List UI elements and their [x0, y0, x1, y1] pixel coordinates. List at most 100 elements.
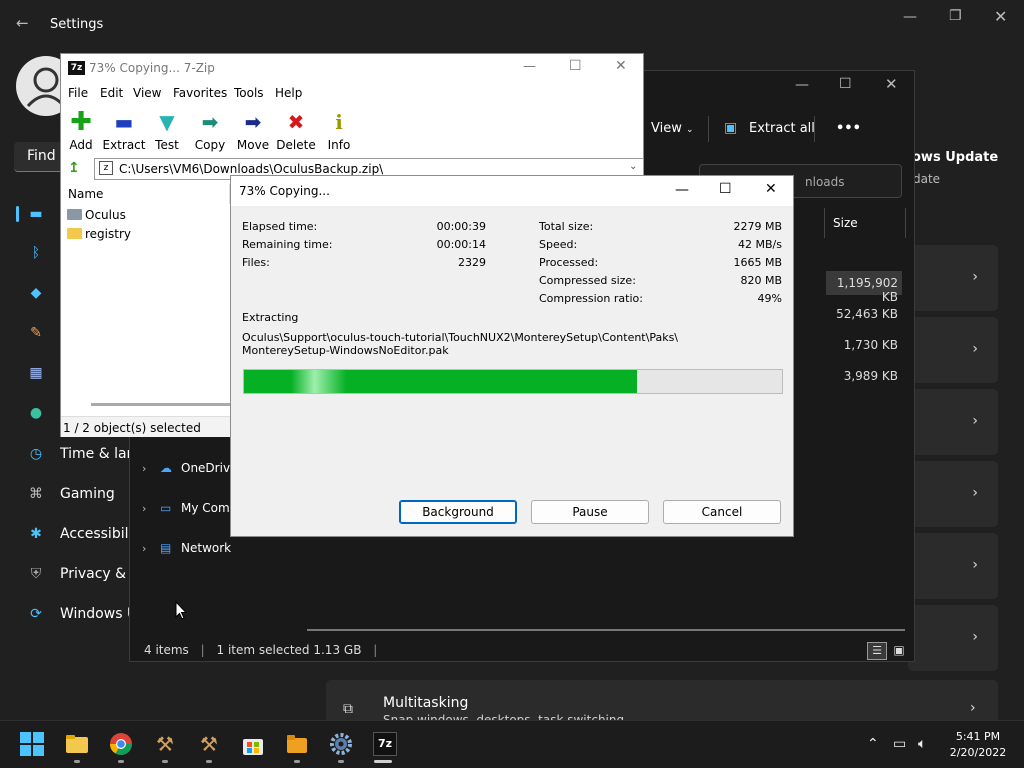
file-size-cell: 3,989 KB: [843, 369, 898, 383]
more-options-button[interactable]: •••: [836, 121, 861, 136]
explorer-close-icon[interactable]: ✕: [885, 75, 898, 93]
file-explorer-icon[interactable]: [65, 732, 89, 756]
close-icon[interactable]: ✕: [994, 7, 1007, 26]
tree-item-network[interactable]: Network: [181, 541, 231, 555]
settings-card[interactable]: ›: [908, 461, 998, 527]
settings-card[interactable]: ›: [908, 389, 998, 455]
bluetooth-icon: ᛒ: [31, 245, 41, 261]
winrar-icon[interactable]: [285, 732, 309, 756]
display-icon: ▬: [29, 206, 43, 222]
dialog-maximize-icon[interactable]: ☐: [719, 181, 732, 197]
menu-file[interactable]: File: [68, 86, 88, 100]
files-label: Files:: [242, 256, 270, 269]
active-indicator: [374, 760, 392, 763]
store-icon[interactable]: [241, 732, 265, 756]
expand-chevron-icon[interactable]: ›: [142, 542, 146, 555]
menu-tools[interactable]: Tools: [234, 86, 264, 100]
add-button[interactable]: ✚ Add: [59, 109, 103, 152]
explorer-minimize-icon[interactable]: —: [795, 77, 809, 93]
network-status-icon[interactable]: ▭: [893, 736, 906, 752]
dialog-minimize-icon[interactable]: —: [675, 182, 689, 198]
menu-help[interactable]: Help: [275, 86, 302, 100]
size-column-header[interactable]: Size: [824, 208, 906, 238]
extract-all-button[interactable]: Extract all: [749, 121, 815, 136]
settings-card[interactable]: ›: [908, 533, 998, 599]
chevron-up-icon[interactable]: ⌃: [867, 736, 879, 752]
file-size-cell: 1,195,902 KB: [836, 276, 898, 304]
list-item-oculus[interactable]: Oculus: [67, 208, 126, 222]
sevenzip-title: 73% Copying... 7-Zip: [89, 61, 215, 75]
running-indicator: [294, 760, 300, 763]
sevenzip-minimize-icon[interactable]: —: [523, 59, 536, 74]
operation-label: Extracting: [242, 311, 299, 324]
toolbar-divider: [814, 116, 815, 142]
test-icon: ▼: [159, 110, 175, 134]
personalization-icon: ✎: [30, 325, 42, 341]
settings-card[interactable]: ›: [908, 605, 998, 671]
chevron-right-icon: ›: [972, 557, 978, 573]
name-column-header[interactable]: Name: [65, 184, 230, 204]
sevenzip-taskbar-icon[interactable]: 7z: [373, 732, 397, 756]
explorer-maximize-icon[interactable]: ☐: [839, 76, 852, 92]
chevron-right-icon: ›: [972, 485, 978, 501]
toolbar-divider: [708, 116, 709, 142]
tool-app-icon[interactable]: ⚒: [153, 732, 177, 756]
settings-card[interactable]: ›: [908, 317, 998, 383]
accounts-icon: ●: [29, 405, 43, 421]
accessibility-icon: ✱: [30, 526, 42, 542]
tree-item-onedrive[interactable]: OneDrive: [181, 461, 237, 475]
windows-update-subtitle: date: [913, 172, 941, 186]
running-indicator: [118, 760, 124, 763]
cancel-button[interactable]: Cancel: [663, 500, 781, 524]
files-value: 2329: [458, 256, 486, 269]
sevenzip-maximize-icon[interactable]: ☐: [569, 58, 582, 74]
nav-gaming[interactable]: Gaming: [60, 486, 115, 502]
dialog-close-icon[interactable]: ✕: [765, 181, 777, 197]
info-button[interactable]: i Info: [317, 110, 361, 152]
up-folder-icon[interactable]: ↥: [68, 160, 80, 176]
address-dropdown-icon[interactable]: ⌄: [629, 161, 637, 172]
background-button[interactable]: Background: [399, 500, 517, 524]
delete-button[interactable]: ✖ Delete: [274, 110, 318, 152]
tiles-view-icon[interactable]: ▣: [890, 642, 908, 660]
clock-date: 2/20/2022: [949, 746, 1007, 759]
menu-view[interactable]: View: [133, 86, 161, 100]
nav-windows-update[interactable]: Windows U: [60, 606, 137, 622]
volume-icon[interactable]: 🔈︎: [918, 736, 926, 752]
details-view-icon[interactable]: ☰: [867, 642, 887, 660]
sevenzip-logo-icon: 7z: [68, 61, 85, 75]
onedrive-icon: ☁: [160, 461, 172, 475]
network-drive-icon: ▤: [160, 541, 172, 555]
expand-chevron-icon[interactable]: ›: [142, 462, 146, 475]
settings-card[interactable]: ›: [908, 245, 998, 311]
list-item-registry[interactable]: registry: [67, 227, 131, 241]
running-indicator: [74, 760, 80, 763]
settings-gear-icon[interactable]: [329, 732, 353, 756]
view-menu-button[interactable]: View ⌄: [651, 121, 694, 136]
extract-button[interactable]: ▬ Extract: [102, 110, 146, 152]
start-icon[interactable]: [20, 732, 44, 756]
menu-favorites[interactable]: Favorites: [173, 86, 227, 100]
sevenzip-close-icon[interactable]: ✕: [615, 58, 627, 74]
restore-icon[interactable]: ❐: [949, 8, 962, 24]
copy-icon: ➡: [201, 110, 219, 134]
minimize-icon[interactable]: —: [903, 9, 917, 25]
horizontal-scrollbar[interactable]: [307, 629, 905, 631]
progress-bar: [243, 369, 783, 394]
chrome-icon[interactable]: [109, 732, 133, 756]
taskbar-clock[interactable]: 5:41 PM 2/20/2022: [948, 729, 1008, 761]
pause-button[interactable]: Pause: [531, 500, 649, 524]
back-arrow-icon[interactable]: ←: [16, 14, 29, 32]
move-button[interactable]: ➡ Move: [231, 110, 275, 152]
test-button[interactable]: ▼ Test: [145, 110, 189, 152]
elapsed-time-value: 00:00:39: [436, 220, 486, 233]
compressed-size-value: 820 MB: [740, 274, 782, 287]
tool-app-icon[interactable]: ⚒: [197, 732, 221, 756]
dialog-title: 73% Copying...: [239, 184, 330, 198]
tree-item-my-computer[interactable]: My Comp: [181, 501, 237, 515]
menu-edit[interactable]: Edit: [100, 86, 123, 100]
expand-chevron-icon[interactable]: ›: [142, 502, 146, 515]
copy-button[interactable]: ➡ Copy: [188, 110, 232, 152]
nav-privacy[interactable]: Privacy & s: [60, 566, 138, 582]
list-horizontal-scrollbar[interactable]: [91, 403, 231, 406]
